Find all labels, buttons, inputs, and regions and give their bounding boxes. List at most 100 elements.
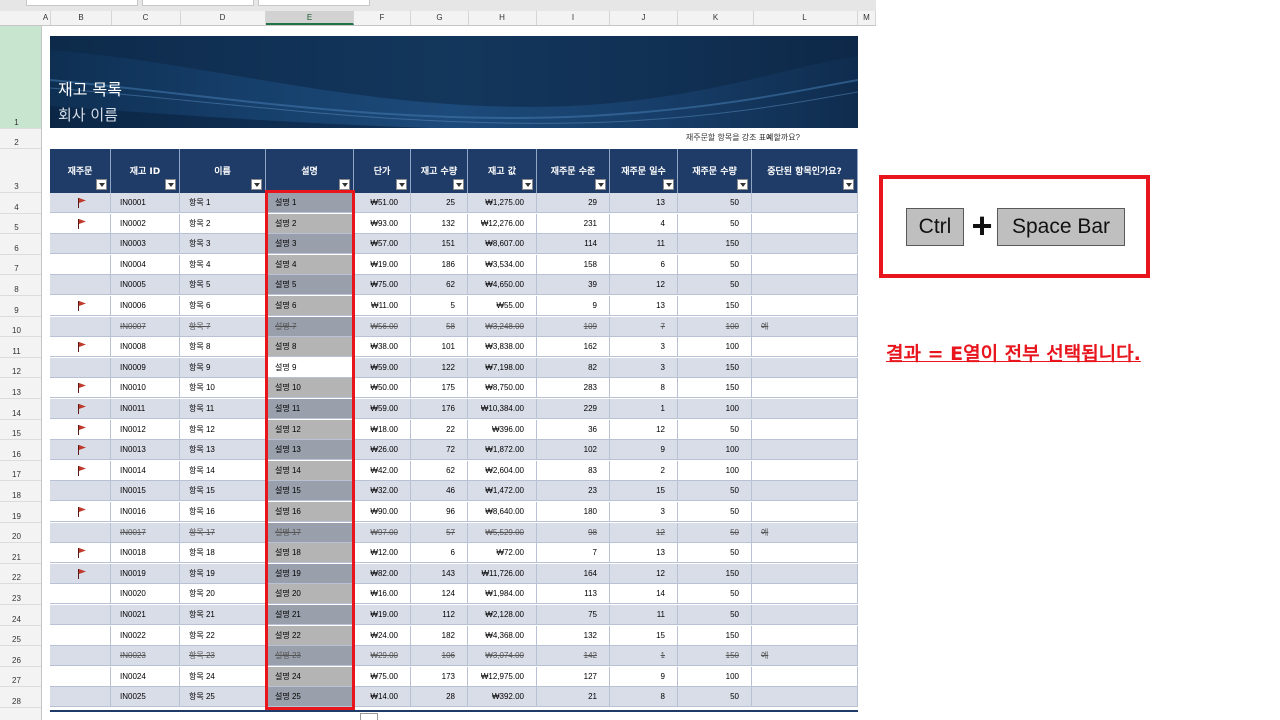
item-name-cell[interactable]: 항목 12 [180, 419, 266, 440]
stock-qty-cell[interactable]: 124 [411, 584, 468, 605]
discontinued-cell[interactable] [752, 625, 858, 646]
filter-dropdown-icon[interactable] [453, 179, 464, 190]
reorder-days-cell[interactable]: 2 [610, 460, 678, 481]
row-header-9[interactable]: 9 [0, 296, 41, 317]
reorder-level-cell[interactable]: 127 [537, 666, 610, 687]
stock-qty-cell[interactable]: 176 [411, 399, 468, 419]
discontinued-cell[interactable] [752, 378, 858, 399]
row-header-13[interactable]: 13 [0, 378, 41, 399]
reorder-flag-cell[interactable] [50, 687, 111, 708]
stock-value-cell[interactable]: ₩12,276.00 [468, 213, 537, 234]
unit-price-cell[interactable]: ₩82.00 [354, 563, 411, 584]
stock-value-cell[interactable]: ₩8,750.00 [468, 378, 537, 399]
reorder-qty-cell[interactable]: 100 [678, 399, 752, 419]
item-name-cell[interactable]: 항목 25 [180, 687, 266, 708]
reorder-level-cell[interactable]: 82 [537, 357, 610, 378]
column-header-b[interactable]: B [51, 11, 112, 25]
reorder-qty-cell[interactable]: 50 [678, 522, 752, 543]
reorder-level-cell[interactable]: 109 [537, 316, 610, 337]
reorder-level-cell[interactable]: 132 [537, 625, 610, 646]
stock-value-cell[interactable]: ₩2,128.00 [468, 605, 537, 625]
row-header-26[interactable]: 26 [0, 646, 41, 667]
inventory-id-cell[interactable]: IN0014 [111, 460, 180, 481]
inventory-id-cell[interactable]: IN0018 [111, 543, 180, 564]
filter-dropdown-icon[interactable] [165, 179, 176, 190]
stock-qty-cell[interactable]: 182 [411, 625, 468, 646]
column-header-a[interactable]: A [41, 11, 51, 25]
item-name-cell[interactable]: 항목 15 [180, 481, 266, 502]
reorder-level-cell[interactable]: 162 [537, 337, 610, 358]
discontinued-cell[interactable] [752, 337, 858, 358]
inventory-id-cell[interactable]: IN0003 [111, 234, 180, 255]
reorder-days-cell[interactable]: 12 [610, 563, 678, 584]
reorder-qty-cell[interactable]: 50 [678, 275, 752, 296]
stock-value-cell[interactable]: ₩1,984.00 [468, 584, 537, 605]
filter-dropdown-icon[interactable] [96, 179, 107, 190]
reorder-flag-cell[interactable] [50, 460, 111, 481]
reorder-days-cell[interactable]: 8 [610, 687, 678, 708]
unit-price-cell[interactable]: ₩11.00 [354, 296, 411, 316]
stock-qty-cell[interactable]: 62 [411, 460, 468, 481]
reorder-qty-cell[interactable]: 150 [678, 563, 752, 584]
discontinued-cell[interactable] [752, 440, 858, 461]
filter-dropdown-icon[interactable] [737, 179, 748, 190]
reorder-days-cell[interactable]: 14 [610, 584, 678, 605]
filter-dropdown-icon[interactable] [595, 179, 606, 190]
row-header-22[interactable]: 22 [0, 564, 41, 585]
discontinued-cell[interactable] [752, 357, 858, 378]
filter-dropdown-icon[interactable] [843, 179, 854, 190]
reorder-flag-cell[interactable] [50, 481, 111, 502]
reorder-qty-cell[interactable]: 150 [678, 296, 752, 316]
reorder-days-cell[interactable]: 8 [610, 378, 678, 399]
unit-price-cell[interactable]: ₩59.00 [354, 399, 411, 419]
reorder-level-cell[interactable]: 231 [537, 213, 610, 234]
reorder-level-cell[interactable]: 83 [537, 460, 610, 481]
row-header-18[interactable]: 18 [0, 481, 41, 502]
row-header-25[interactable]: 25 [0, 626, 41, 647]
stock-qty-cell[interactable]: 57 [411, 522, 468, 543]
stock-value-cell[interactable]: ₩2,604.00 [468, 460, 537, 481]
reorder-flag-cell[interactable] [50, 646, 111, 667]
reorder-qty-cell[interactable]: 50 [678, 605, 752, 625]
column-header-i[interactable]: I [537, 11, 610, 25]
stock-qty-cell[interactable]: 72 [411, 440, 468, 461]
item-name-cell[interactable]: 항목 19 [180, 563, 266, 584]
stock-qty-cell[interactable]: 22 [411, 419, 468, 440]
unit-price-cell[interactable]: ₩93.00 [354, 213, 411, 234]
row-header-28[interactable]: 28 [0, 687, 41, 708]
reorder-flag-cell[interactable] [50, 440, 111, 461]
inventory-id-cell[interactable]: IN0001 [111, 193, 180, 213]
inventory-id-cell[interactable]: IN0015 [111, 481, 180, 502]
inventory-id-cell[interactable]: IN0002 [111, 213, 180, 234]
unit-price-cell[interactable]: ₩57.00 [354, 234, 411, 255]
reorder-flag-cell[interactable] [50, 193, 111, 213]
discontinued-cell[interactable] [752, 254, 858, 275]
reorder-days-cell[interactable]: 13 [610, 296, 678, 316]
inventory-id-cell[interactable]: IN0022 [111, 625, 180, 646]
stock-qty-cell[interactable]: 62 [411, 275, 468, 296]
reorder-qty-cell[interactable]: 100 [678, 316, 752, 337]
stock-qty-cell[interactable]: 58 [411, 316, 468, 337]
unit-price-cell[interactable]: ₩29.00 [354, 646, 411, 667]
stock-value-cell[interactable]: ₩1,472.00 [468, 481, 537, 502]
stock-qty-cell[interactable]: 101 [411, 337, 468, 358]
reorder-flag-cell[interactable] [50, 419, 111, 440]
reorder-flag-cell[interactable] [50, 296, 111, 316]
item-name-cell[interactable]: 항목 5 [180, 275, 266, 296]
stock-value-cell[interactable]: ₩55.00 [468, 296, 537, 316]
reorder-level-cell[interactable]: 158 [537, 254, 610, 275]
row-header-20[interactable]: 20 [0, 523, 41, 544]
inventory-id-cell[interactable]: IN0019 [111, 563, 180, 584]
inventory-id-cell[interactable]: IN0021 [111, 605, 180, 625]
discontinued-cell[interactable]: 예 [752, 646, 858, 667]
discontinued-cell[interactable] [752, 543, 858, 564]
reorder-qty-cell[interactable]: 50 [678, 502, 752, 522]
reorder-flag-cell[interactable] [50, 254, 111, 275]
column-header-l[interactable]: L [752, 11, 858, 25]
discontinued-cell[interactable] [752, 234, 858, 255]
reorder-flag-cell[interactable] [50, 605, 111, 625]
stock-qty-cell[interactable]: 143 [411, 563, 468, 584]
reorder-level-cell[interactable]: 102 [537, 440, 610, 461]
reorder-level-cell[interactable]: 39 [537, 275, 610, 296]
row-header-21[interactable]: 21 [0, 543, 41, 564]
